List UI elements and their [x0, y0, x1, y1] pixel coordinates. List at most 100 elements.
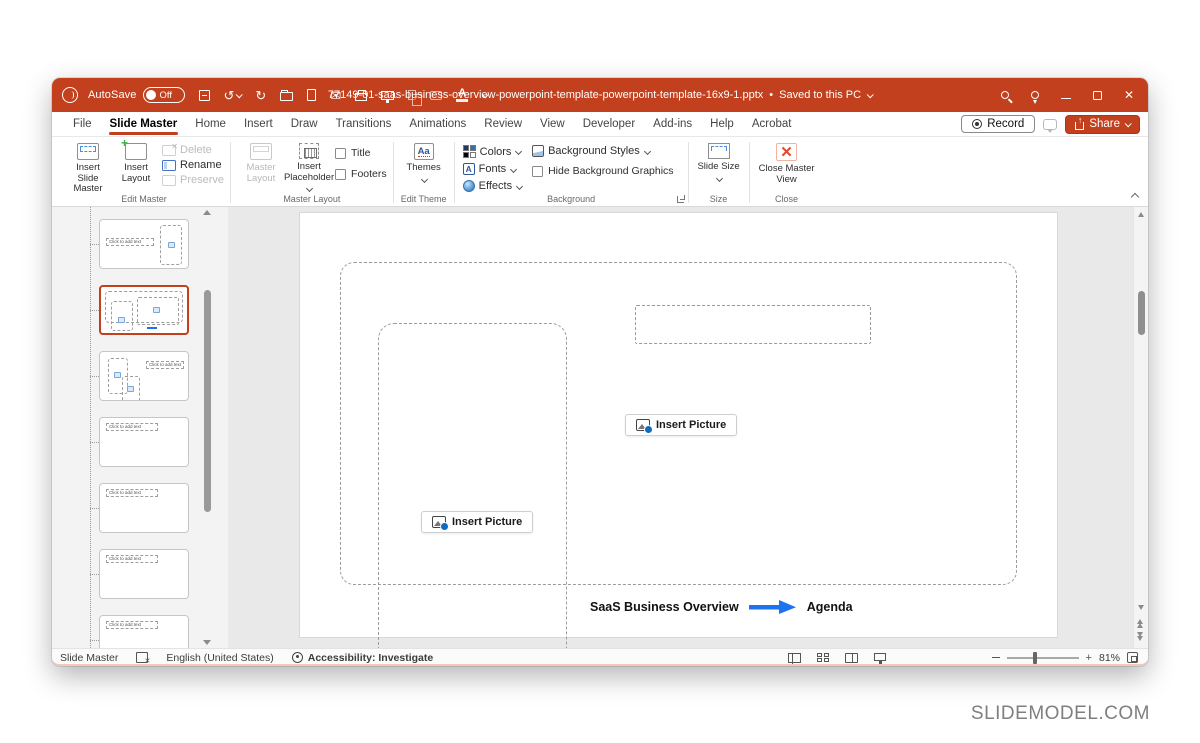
save-icon[interactable] — [199, 90, 210, 101]
minimize-icon[interactable] — [1061, 98, 1071, 99]
zoom-out-icon[interactable] — [992, 657, 1000, 658]
search-icon[interactable] — [1001, 91, 1009, 99]
insert-layout-button[interactable]: + Insert Layout — [112, 141, 160, 186]
tab-draw[interactable]: Draw — [282, 114, 327, 135]
tab-view[interactable]: View — [531, 114, 574, 135]
undo-chevron-icon[interactable] — [236, 91, 243, 98]
tab-acrobat[interactable]: Acrobat — [743, 114, 801, 135]
redo-icon[interactable]: ↻ — [255, 89, 266, 102]
hide-background-graphics-checkbox[interactable]: Hide Background Graphics — [532, 165, 673, 177]
language-label[interactable]: English (United States) — [166, 652, 273, 664]
layout-thumbnail-2-selected[interactable] — [99, 285, 189, 335]
insert-slide-master-button[interactable]: Insert Slide Master — [64, 141, 112, 197]
powerpoint-logo-icon[interactable] — [62, 87, 78, 103]
slide-footer-text[interactable]: SaaS Business Overview Agenda — [590, 600, 853, 614]
slide-size-icon — [708, 143, 730, 159]
insert-picture-button-center[interactable]: Insert Picture — [625, 414, 737, 436]
open-file-icon[interactable] — [280, 92, 293, 101]
insert-picture-button-left[interactable]: Insert Picture — [421, 511, 533, 533]
thumbnail-scrollbar[interactable] — [203, 207, 212, 648]
email-icon[interactable]: ✉ — [330, 89, 341, 102]
tab-help[interactable]: Help — [701, 114, 743, 135]
titlebar-controls: ✕ — [1001, 89, 1138, 101]
accessibility-status[interactable]: Accessibility: Investigate — [308, 652, 433, 664]
reading-view-icon[interactable] — [845, 653, 858, 663]
tab-slide-master[interactable]: Slide Master — [101, 114, 187, 135]
layout-thumbnail-5[interactable]: Click to add text — [99, 483, 189, 533]
colors-button[interactable]: Colors — [463, 145, 522, 158]
thumbnail-scroll-down-icon[interactable] — [203, 640, 211, 645]
quick-print-icon[interactable] — [355, 93, 367, 101]
footers-checkbox[interactable]: Footers — [335, 168, 387, 180]
record-button[interactable]: Record — [961, 115, 1035, 133]
tab-add-ins[interactable]: Add-ins — [644, 114, 701, 135]
group-label-master-layout: Master Layout — [231, 194, 393, 204]
normal-view-icon[interactable] — [788, 653, 801, 663]
rename-button[interactable]: Rename — [162, 159, 224, 171]
footers-checkbox-box — [335, 169, 346, 180]
copy-icon[interactable] — [408, 90, 416, 100]
share-chevron-icon — [1125, 120, 1132, 127]
canvas-scroll-down-icon[interactable] — [1138, 605, 1144, 610]
effects-button[interactable]: Effects — [463, 180, 522, 192]
left-picture-placeholder-outline[interactable] — [378, 323, 567, 648]
zoom-level[interactable]: 81% — [1099, 652, 1120, 664]
themes-button[interactable]: Aa Themes — [400, 141, 448, 184]
title-checkbox[interactable]: Title — [335, 147, 387, 159]
previous-slide-button[interactable] — [1137, 619, 1143, 628]
font-color-icon[interactable]: A — [456, 88, 468, 102]
layout-thumbnail-7[interactable]: Click to add text — [99, 615, 189, 648]
view-label[interactable]: Slide Master — [60, 652, 118, 664]
tab-home[interactable]: Home — [186, 114, 235, 135]
fonts-button[interactable]: A Fonts — [463, 163, 522, 175]
tab-file[interactable]: File — [64, 114, 101, 135]
canvas-scrollbar[interactable] — [1133, 207, 1148, 648]
slide-editing-area[interactable]: Insert Picture Insert Picture SaaS Busin… — [300, 213, 1057, 637]
new-file-icon[interactable] — [307, 89, 316, 101]
layout-thumbnail-4[interactable]: Click to add text — [99, 417, 189, 467]
saved-status[interactable]: Saved to this PC — [779, 89, 861, 101]
preserve-button[interactable]: Preserve — [162, 174, 224, 186]
delete-button[interactable]: ✕ Delete — [162, 144, 224, 156]
fit-slide-icon[interactable] — [1127, 652, 1138, 663]
background-styles-button[interactable]: Background Styles — [532, 145, 673, 157]
canvas-scroll-up-icon[interactable] — [1138, 212, 1144, 217]
zoom-in-icon[interactable]: + — [1086, 653, 1092, 663]
maximize-icon[interactable] — [1093, 91, 1102, 100]
tab-developer[interactable]: Developer — [574, 114, 644, 135]
layout-thumbnail-3[interactable]: Click to add text — [99, 351, 189, 401]
insert-placeholder-button[interactable]: Insert Placeholder — [285, 141, 333, 193]
qat-overflow-icon[interactable] — [482, 91, 489, 98]
spellcheck-icon[interactable] — [136, 652, 148, 663]
zoom-slider-handle[interactable] — [1033, 652, 1037, 664]
master-layout-button[interactable]: Master Layout — [237, 141, 285, 186]
start-slideshow-icon[interactable] — [381, 91, 394, 100]
thumbnail-scrollbar-thumb[interactable] — [204, 290, 211, 512]
thumbnail-scroll-up-icon[interactable] — [203, 210, 211, 215]
comments-icon[interactable] — [1043, 119, 1057, 130]
title-placeholder-outline[interactable] — [635, 305, 871, 344]
next-slide-button[interactable] — [1137, 632, 1143, 641]
layout-thumbnail-6[interactable]: Click to add text — [99, 549, 189, 599]
tab-animations[interactable]: Animations — [400, 114, 475, 135]
pointer-icon[interactable] — [430, 91, 442, 100]
tab-review[interactable]: Review — [475, 114, 531, 135]
zoom-slider[interactable] — [1007, 657, 1079, 659]
tab-transitions[interactable]: Transitions — [327, 114, 401, 135]
slideshow-icon[interactable] — [874, 653, 886, 661]
slide-sorter-icon[interactable] — [817, 653, 829, 663]
saved-status-chevron-icon[interactable] — [867, 91, 874, 98]
slide-size-button[interactable]: Slide Size — [695, 141, 743, 183]
presence-icon[interactable] — [1031, 91, 1039, 99]
layout-thumbnail-1[interactable]: Click to add text — [99, 219, 189, 269]
canvas-scrollbar-thumb[interactable] — [1138, 291, 1145, 335]
delete-icon: ✕ — [162, 145, 176, 156]
tab-insert[interactable]: Insert — [235, 114, 282, 135]
collapse-ribbon-icon[interactable] — [1131, 193, 1139, 201]
close-icon[interactable]: ✕ — [1124, 89, 1134, 101]
undo-icon[interactable]: ↺ — [224, 89, 235, 102]
close-master-view-button[interactable]: ✕ Close Master View — [756, 141, 818, 187]
close-master-view-icon: ✕ — [776, 143, 797, 161]
share-button[interactable]: Share — [1065, 115, 1140, 134]
autosave-toggle[interactable]: Off — [143, 87, 185, 103]
